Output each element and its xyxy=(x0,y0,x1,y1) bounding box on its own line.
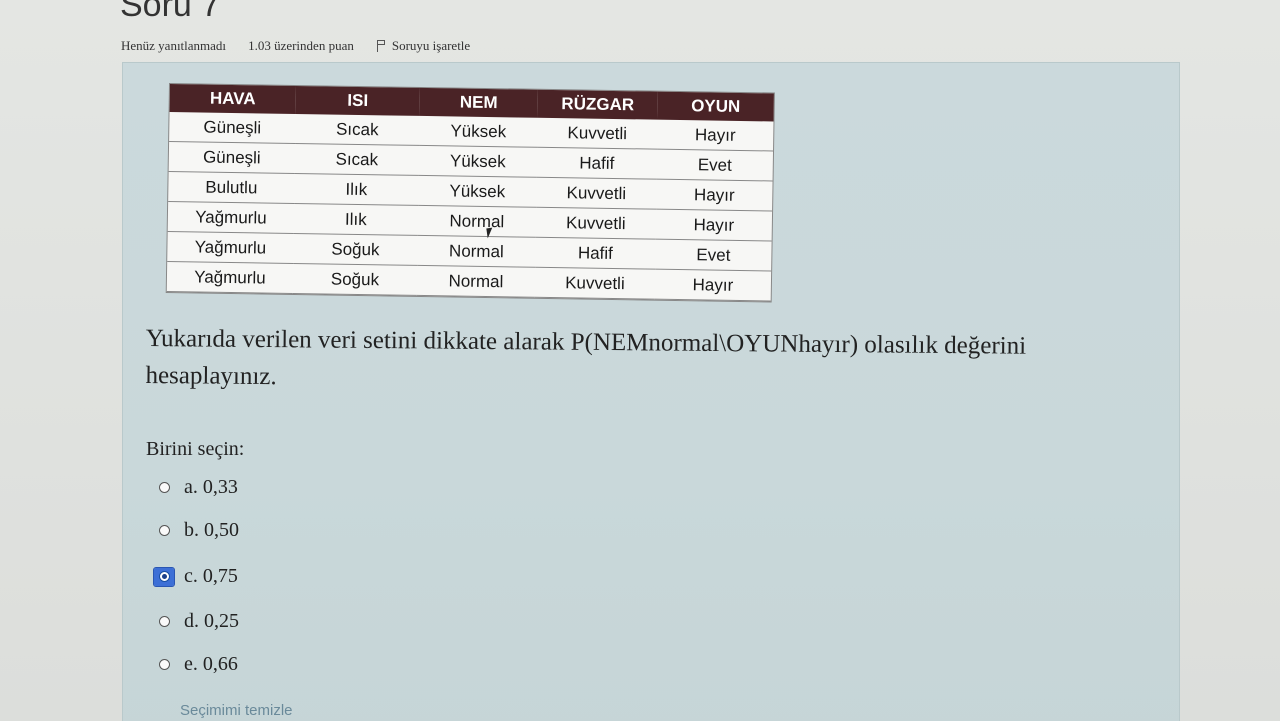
table-cell: Hayır xyxy=(657,119,774,151)
question-info: Henüz yanıtlanmadı 1.03 üzerinden puan S… xyxy=(121,38,470,54)
flag-icon xyxy=(376,40,386,52)
dataset-table: HAVA ISI NEM RÜZGAR OYUN Güneşli Sıcak Y… xyxy=(166,84,774,302)
flag-question-label: Soruyu işaretle xyxy=(391,38,471,53)
table-cell: Ilık xyxy=(293,203,419,236)
table-cell: Hafif xyxy=(536,147,658,180)
radio-icon xyxy=(158,525,170,536)
table-header-cell: OYUN xyxy=(657,91,774,122)
table-cell: Yağmurlu xyxy=(166,261,294,294)
choose-label: Birini seçin: xyxy=(146,438,245,460)
table-cell: Yüksek xyxy=(418,145,538,178)
question-title: Soru 7 xyxy=(120,0,221,24)
radio-button[interactable] xyxy=(154,522,174,540)
table-cell: Yağmurlu xyxy=(167,231,294,264)
table-cell: Soğuk xyxy=(292,263,418,296)
option-label: c. 0,75 xyxy=(184,565,238,587)
question-text: Yukarıda verilen veri setini dikkate ala… xyxy=(145,324,1027,391)
table-cell: Kuvvetli xyxy=(534,267,656,300)
radio-button[interactable] xyxy=(154,613,174,631)
radio-button[interactable] xyxy=(154,479,174,497)
table-cell: Kuvvetli xyxy=(535,207,657,240)
table-cell: Yağmurlu xyxy=(167,201,295,234)
table-cell: Hayır xyxy=(654,269,772,301)
option-label: e. 0,66 xyxy=(184,653,238,675)
option-d[interactable]: d. 0,25 xyxy=(154,610,239,633)
option-label: b. 0,50 xyxy=(184,519,239,541)
mouse-cursor-icon xyxy=(486,227,494,239)
table-cell: Hayır xyxy=(655,209,773,241)
option-label: a. 0,33 xyxy=(184,476,238,498)
table-header-cell: ISI xyxy=(295,85,420,116)
radio-checked-icon xyxy=(158,571,170,582)
table-cell: Hayır xyxy=(656,179,773,211)
flag-question-link[interactable]: Soruyu işaretle xyxy=(376,38,470,54)
option-a[interactable]: a. 0,33 xyxy=(154,476,238,499)
radio-button[interactable] xyxy=(154,656,174,674)
table-cell: Normal xyxy=(416,265,536,298)
table-cell: Ilık xyxy=(294,173,419,206)
table-header-cell: HAVA xyxy=(169,84,296,114)
radio-icon xyxy=(158,482,170,493)
table-cell: Evet xyxy=(656,149,774,181)
table-cell: Evet xyxy=(655,239,772,271)
table-cell: Soğuk xyxy=(293,233,418,266)
question-points: 1.03 üzerinden puan xyxy=(248,38,354,53)
table-cell: Sıcak xyxy=(295,113,420,146)
option-b[interactable]: b. 0,50 xyxy=(154,519,239,542)
table-cell: Kuvvetli xyxy=(536,177,657,210)
table-header-cell: NEM xyxy=(419,87,538,118)
clear-selection-link[interactable]: Seçimimi temizle xyxy=(180,702,293,719)
option-e[interactable]: e. 0,66 xyxy=(154,653,238,676)
table-cell: Sıcak xyxy=(294,143,420,176)
table-cell: Yüksek xyxy=(418,175,537,208)
table-cell: Güneşli xyxy=(168,141,296,174)
radio-icon xyxy=(158,659,170,670)
table-cell: Normal xyxy=(417,205,537,238)
table-cell: Yüksek xyxy=(419,115,538,148)
table-cell: Hafif xyxy=(535,237,656,270)
quiz-page: Soru 7 Henüz yanıtlanmadı 1.03 üzerinden… xyxy=(0,0,1280,721)
table-cell: Güneşli xyxy=(169,111,296,144)
option-c[interactable]: c. 0,75 xyxy=(153,565,238,588)
table-cell: Bulutlu xyxy=(168,171,295,204)
question-status: Henüz yanıtlanmadı xyxy=(121,38,227,53)
radio-icon xyxy=(158,616,170,627)
option-label: d. 0,25 xyxy=(184,610,239,632)
radio-button-selected[interactable] xyxy=(153,566,175,587)
table-cell: Kuvvetli xyxy=(537,117,658,150)
table-cell: Normal xyxy=(417,235,536,268)
table-header-cell: RÜZGAR xyxy=(537,89,658,120)
